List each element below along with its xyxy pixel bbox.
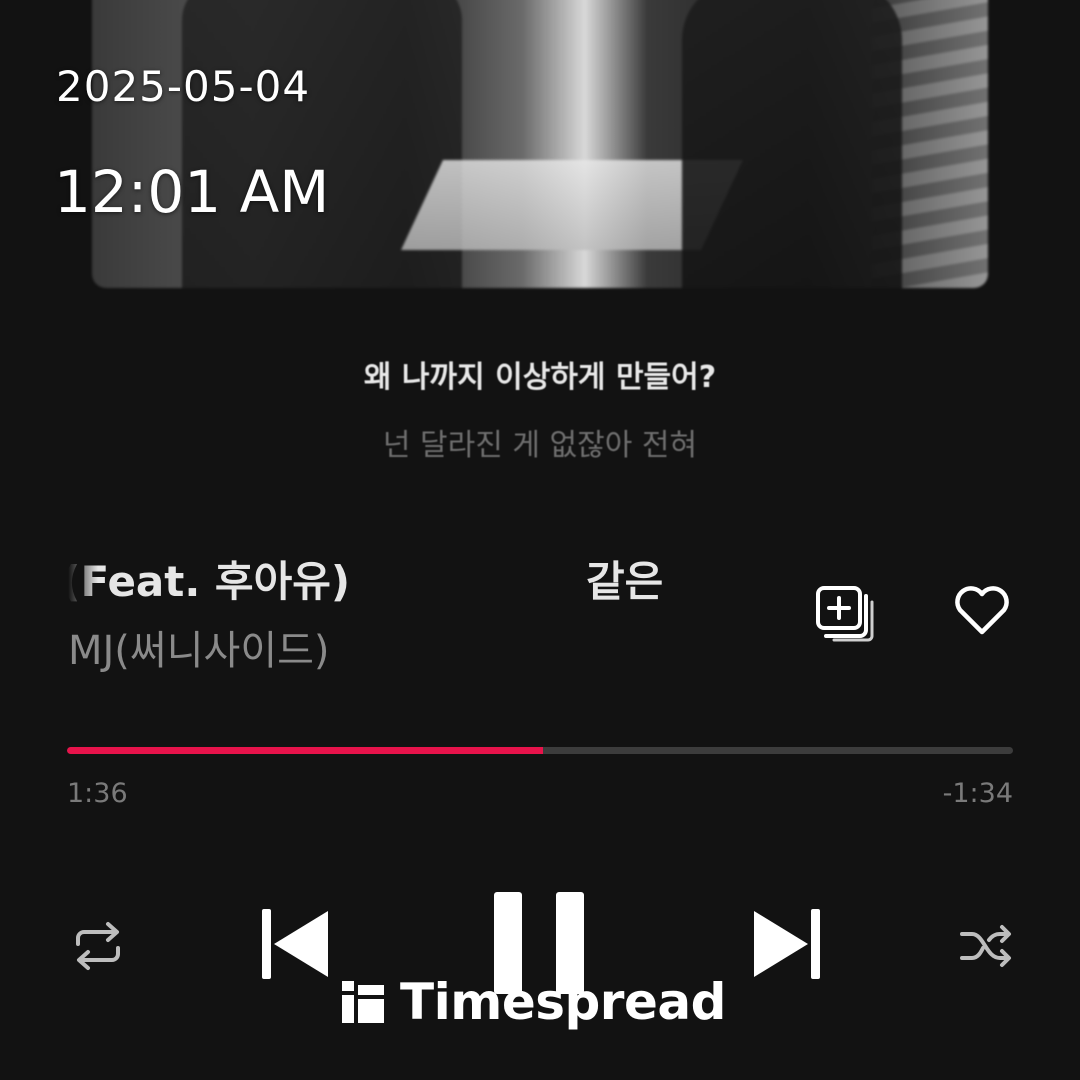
playback-progress-bar[interactable] <box>67 747 1013 754</box>
previous-track-button[interactable] <box>258 905 334 983</box>
track-title-segment-2: 같은 <box>586 557 664 606</box>
shuffle-icon <box>960 925 1011 967</box>
skip-next-icon <box>754 909 820 979</box>
timespread-logo-icon <box>342 981 384 1023</box>
shuffle-button[interactable] <box>956 918 1016 974</box>
album-art-figure-right <box>682 0 902 288</box>
time-remaining: -1:34 <box>942 778 1013 809</box>
lyric-current-line[interactable]: 왜 나까지 이상하게 만들어? <box>0 352 1080 396</box>
track-title-segment-1: 트 (Feat. 후아유) <box>68 557 351 606</box>
clock-time: 12:01 AM <box>54 158 330 226</box>
lyric-next-line[interactable]: 넌 달라진 게 없잖아 전혀 <box>0 420 1080 464</box>
like-button[interactable] <box>950 580 1014 640</box>
clock-date: 2025-05-04 <box>56 62 311 111</box>
skip-previous-icon <box>262 909 328 979</box>
repeat-button[interactable] <box>68 918 128 974</box>
repeat-icon <box>76 922 120 970</box>
next-track-button[interactable] <box>748 905 824 983</box>
watermark: Timespread <box>340 972 726 1032</box>
album-art <box>92 0 988 288</box>
time-elapsed: 1:36 <box>67 778 128 809</box>
watermark-text: Timespread <box>400 973 726 1031</box>
heart-icon <box>955 586 1009 635</box>
track-title-marquee: 트 (Feat. 후아유) 같은 <box>68 548 663 608</box>
playback-progress-fill <box>67 747 543 754</box>
add-to-playlist-icon <box>816 586 874 642</box>
artist-name[interactable]: MJ(써니사이드) <box>68 618 330 676</box>
add-to-playlist-button[interactable] <box>812 582 878 642</box>
track-title: 트 (Feat. 후아유) 같은 <box>68 548 768 608</box>
